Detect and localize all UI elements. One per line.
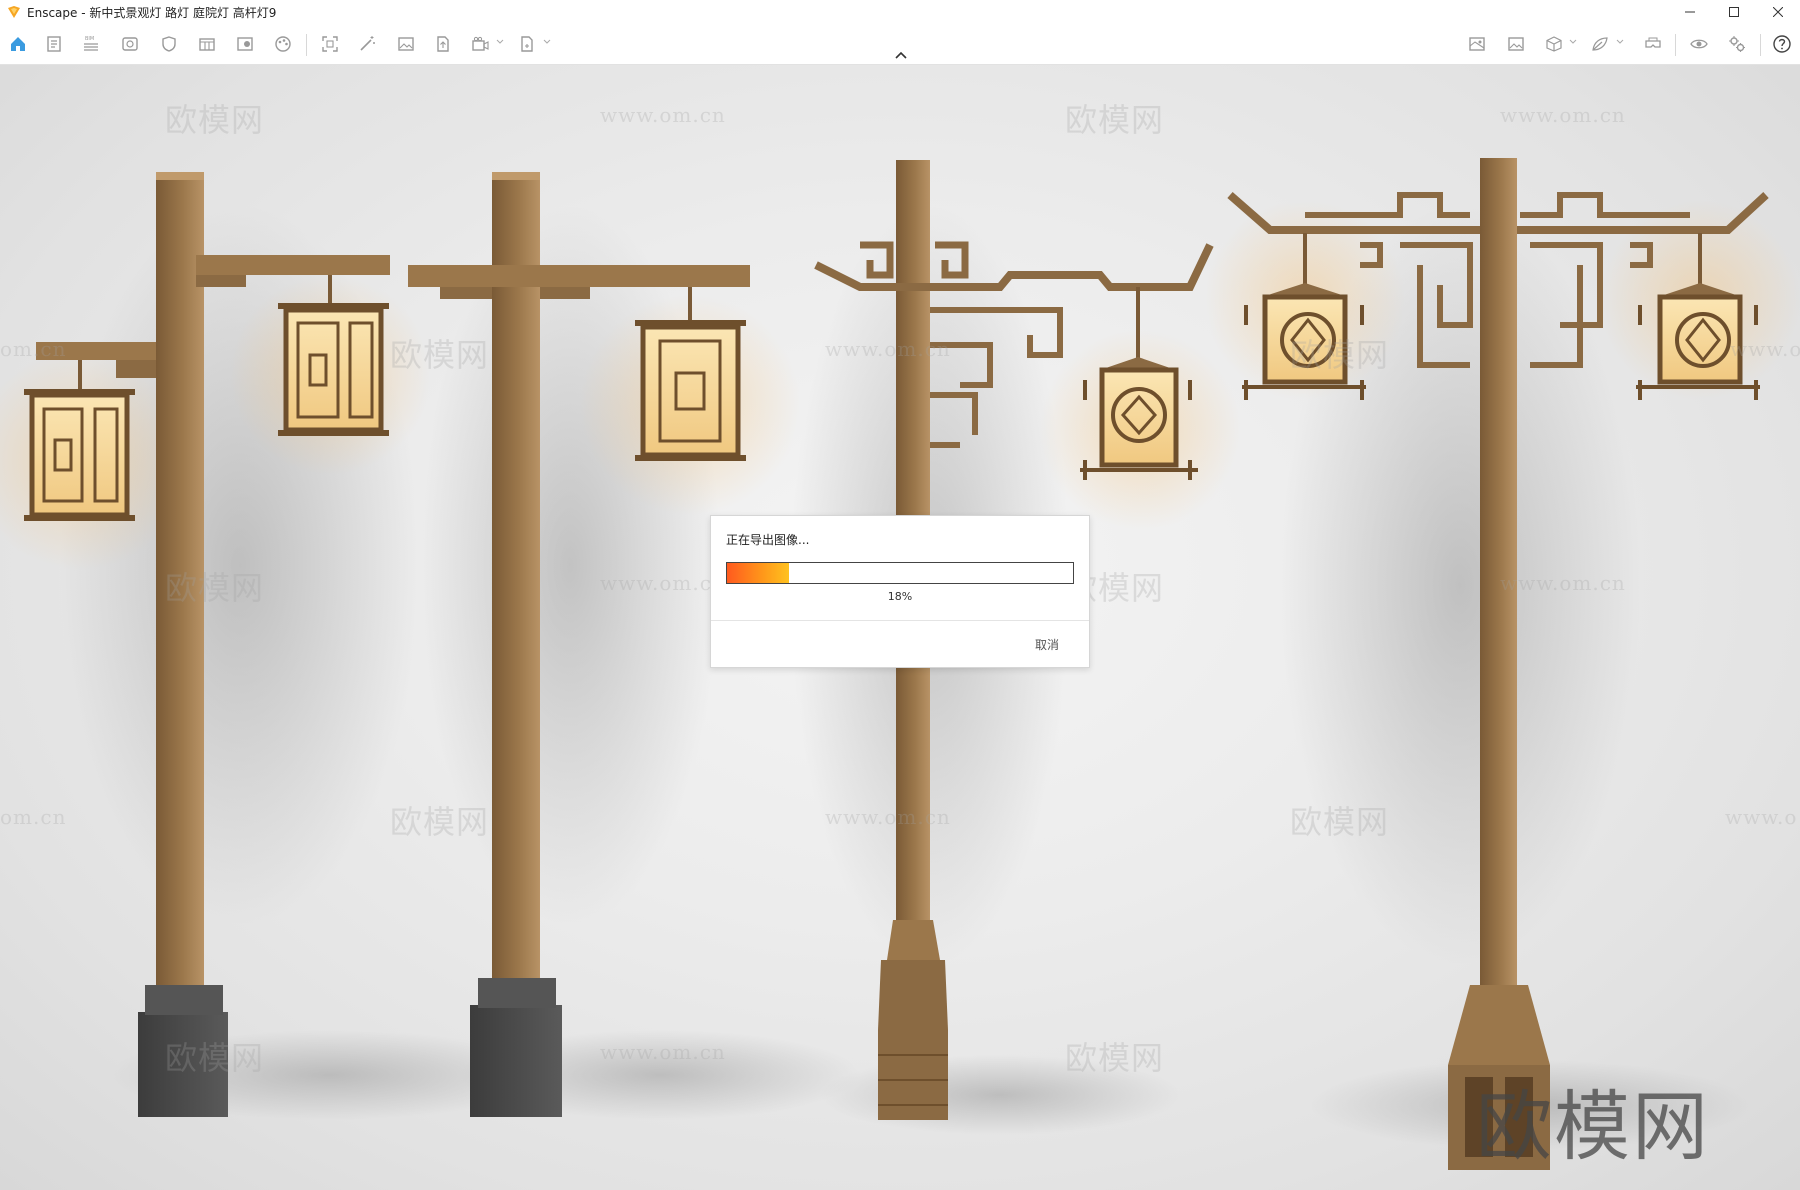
watermark-url: www.om.cn (600, 1040, 726, 1064)
toolbar-separator (1675, 34, 1676, 56)
image-icon[interactable] (396, 34, 416, 54)
cancel-button[interactable]: 取消 (1035, 636, 1059, 653)
palette-icon[interactable] (273, 34, 293, 54)
chevron-down-icon[interactable] (1616, 38, 1624, 46)
watermark-url: www.om.cn (600, 103, 726, 127)
toolbar-separator (306, 34, 307, 56)
map-icon[interactable] (1467, 34, 1487, 54)
watermark-brand: 欧模网 (1065, 101, 1165, 139)
view-icon[interactable] (120, 34, 140, 54)
export-progress-label: 18% (887, 590, 913, 603)
close-icon (1773, 7, 1783, 17)
toolbar-separator (1760, 34, 1761, 56)
watermark-url-fragment: www.o (1725, 805, 1798, 829)
watermark-url: www.om.cn (825, 805, 951, 829)
watermark-url: www.om.cn (1500, 103, 1626, 127)
svg-text:BIM: BIM (85, 36, 94, 42)
upload-icon[interactable] (433, 34, 453, 54)
home-icon[interactable] (8, 34, 28, 54)
watermark-url-fragment: www.o (1730, 337, 1800, 361)
document-icon[interactable] (44, 34, 64, 54)
watermark-brand: 欧模网 (1290, 336, 1390, 374)
cube-icon[interactable] (1544, 34, 1564, 54)
watermark-brand: 欧模网 (165, 1039, 265, 1077)
dialog-divider (711, 620, 1089, 621)
minimize-icon (1685, 11, 1695, 13)
watermark-brand: 欧模网 (1065, 1039, 1165, 1077)
watermark-brand-large: 欧模网 (1476, 1082, 1710, 1171)
chevron-down-icon[interactable] (1569, 38, 1577, 46)
export-progress-dialog: 正在导出图像... 18% 取消 (710, 515, 1090, 668)
info-book-icon[interactable] (235, 34, 255, 54)
export-progress-fill (727, 563, 790, 583)
chevron-down-icon[interactable] (543, 38, 551, 46)
chevron-down-icon[interactable] (496, 38, 504, 46)
window-controls (1668, 0, 1800, 24)
title-bar: Enscape - 新中式景观灯 路灯 庭院灯 高杆灯9 (0, 0, 1800, 24)
minimize-button[interactable] (1668, 0, 1712, 24)
collapse-toolbar-chevron-icon[interactable] (893, 50, 909, 60)
gallery-icon[interactable] (1506, 34, 1526, 54)
watermark-url: www.om.cn (825, 337, 951, 361)
export-progress-bar (726, 562, 1074, 584)
magic-wand-icon[interactable] (357, 34, 377, 54)
help-icon[interactable] (1772, 34, 1792, 54)
bim-list-icon[interactable]: BIM (81, 34, 101, 54)
eye-icon[interactable] (1689, 34, 1709, 54)
watermark-url: www.om.cn (600, 571, 726, 595)
watermark-url: www.om.cn (1500, 571, 1626, 595)
maximize-icon (1729, 7, 1739, 17)
library-icon[interactable] (197, 34, 217, 54)
capture-icon[interactable] (320, 34, 340, 54)
watermark-url-fragment: om.cn (0, 337, 67, 361)
watermark-brand: 欧模网 (390, 803, 490, 841)
watermark-brand: 欧模网 (165, 101, 265, 139)
close-button[interactable] (1756, 0, 1800, 24)
watermark-url-fragment: om.cn (0, 805, 67, 829)
window-title: Enscape - 新中式景观灯 路灯 庭院灯 高杆灯9 (27, 5, 277, 20)
watermark-brand: 欧模网 (165, 569, 265, 607)
video-icon[interactable] (470, 34, 490, 54)
settings-icon[interactable] (1727, 34, 1747, 54)
vr-headset-icon[interactable] (1643, 34, 1663, 54)
watermark-brand: 欧模网 (390, 336, 490, 374)
enscape-logo-icon (8, 6, 20, 18)
export-icon[interactable] (517, 34, 537, 54)
shield-icon[interactable] (159, 34, 179, 54)
maximize-button[interactable] (1712, 0, 1756, 24)
export-status-message: 正在导出图像... (726, 533, 810, 547)
leaf-icon[interactable] (1590, 34, 1610, 54)
watermark-brand: 欧模网 (1290, 803, 1390, 841)
